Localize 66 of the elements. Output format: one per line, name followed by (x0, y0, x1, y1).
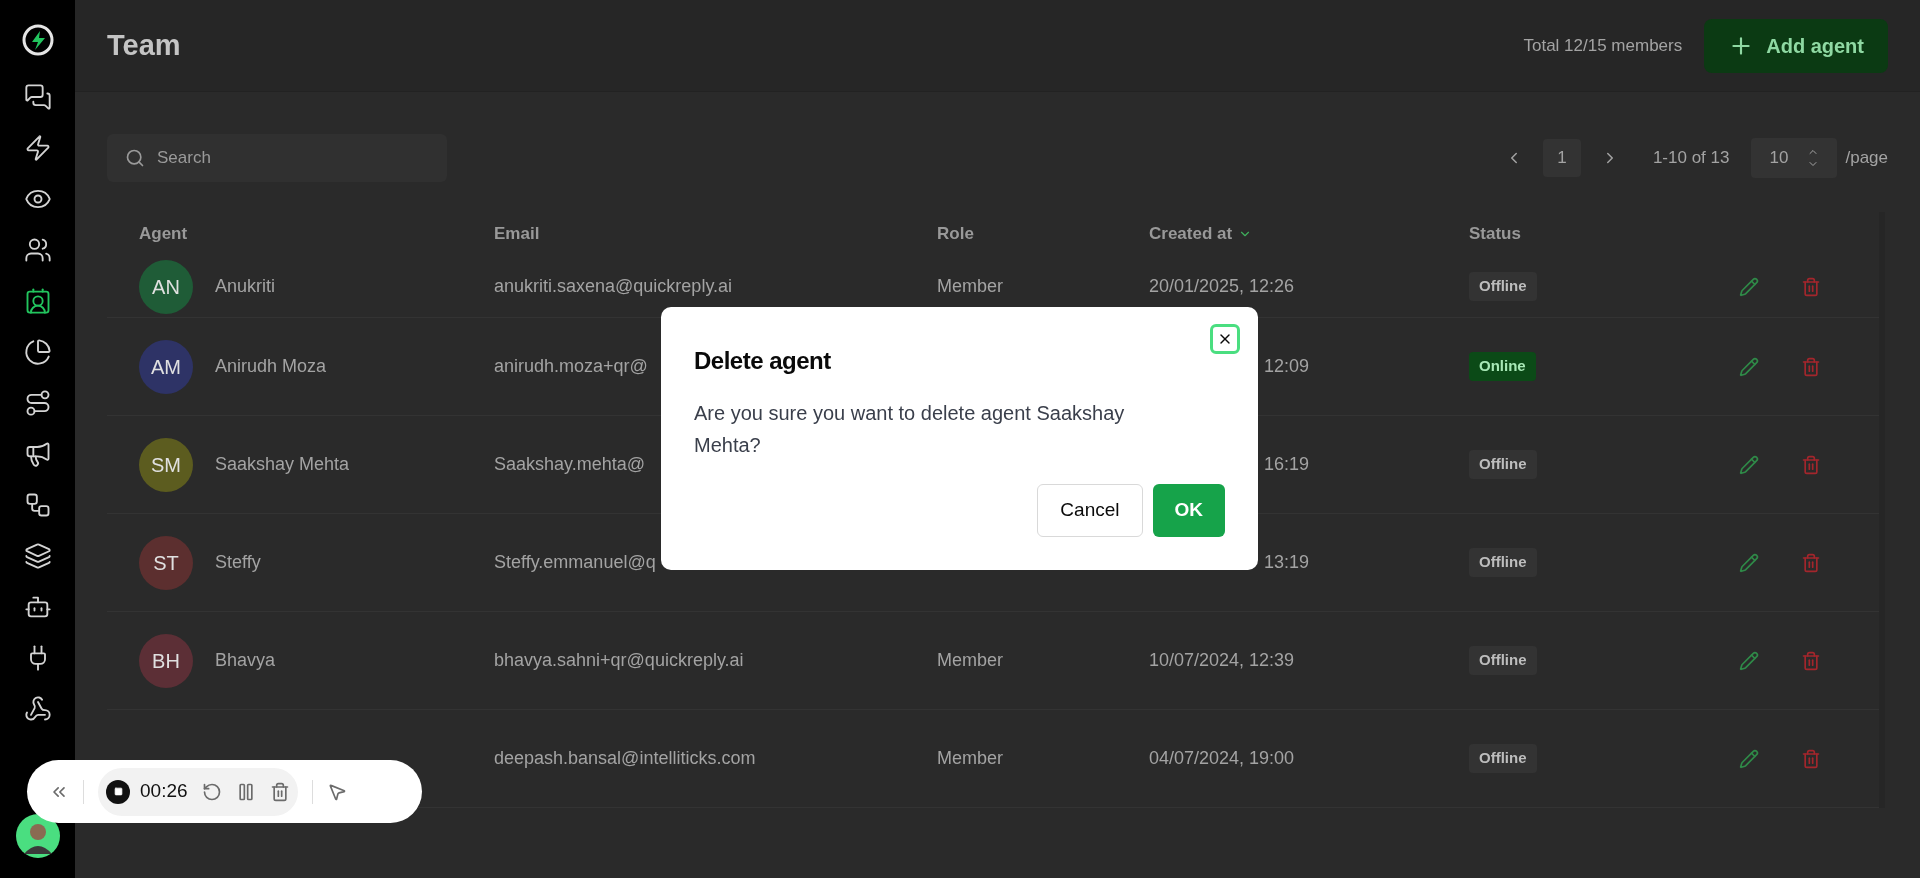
edit-icon[interactable] (1739, 748, 1761, 769)
status-badge: Offline (1469, 450, 1537, 479)
edit-icon[interactable] (1739, 552, 1761, 573)
search-icon (125, 148, 145, 168)
agent-name: Saakshay Mehta (215, 453, 350, 476)
agent-name: Anirudh Moza (215, 355, 327, 378)
edit-icon[interactable] (1739, 356, 1761, 377)
status-badge: Offline (1469, 646, 1537, 675)
created-cell-text: 13:19 (1264, 551, 1310, 574)
edit-icon[interactable] (1739, 454, 1761, 475)
delete-icon[interactable] (269, 781, 290, 802)
column-header: Status (1469, 223, 1521, 246)
webhook-icon[interactable] (23, 695, 52, 723)
status-badge: Offline (1469, 548, 1537, 577)
dialog-title: Delete agent (694, 346, 832, 376)
recording-time: 00:26 (140, 779, 188, 804)
email-cell-text: deepash.bansal@intelliticks.com (494, 747, 756, 770)
page-size-value[interactable]: 10 (1769, 145, 1789, 171)
agent-name: Bhavya (215, 649, 276, 672)
member-count: Total 12/15 members (1523, 34, 1683, 57)
created-cell-text: 04/07/2024, 19:00 (1149, 747, 1295, 770)
email-cell-text: bhavya.sahni+qr@quickreply.ai (494, 649, 744, 672)
edit-icon[interactable] (1739, 650, 1761, 671)
per-page-label: /page (1845, 147, 1888, 170)
created-cell-text: 20/01/2025, 12:26 (1149, 275, 1295, 298)
email-cell-text: Saakshay.mehta@ (494, 453, 645, 476)
current-page[interactable]: 1 (1542, 139, 1581, 177)
add-agent-button[interactable]: Add agent (1704, 18, 1888, 73)
avatar: SM (139, 437, 193, 492)
chat-icon[interactable] (23, 83, 52, 111)
pie-chart-icon[interactable] (23, 338, 52, 366)
dialog-message: Are you sure you want to delete agent Saakshay Mehta? (694, 401, 1126, 458)
agent-name: Anukriti (215, 275, 276, 298)
ok-button[interactable]: OK (1152, 484, 1225, 537)
created-cell-text: 12:09 (1264, 355, 1310, 378)
status-badge: Online (1469, 352, 1536, 381)
edit-icon[interactable] (1739, 276, 1761, 297)
restart-icon[interactable] (201, 781, 222, 802)
email-cell-text: Steffy.emmanuel@q (494, 551, 656, 574)
email-cell-text: anirudh.moza+qr@ (494, 355, 648, 378)
search-field[interactable]: Search (107, 134, 447, 182)
avatar: AM (139, 339, 193, 394)
column-header: Agent (139, 223, 188, 246)
agent-name: Steffy (215, 551, 261, 574)
column-header: Role (937, 223, 974, 246)
created-cell-text: 16:19 (1264, 453, 1310, 476)
created-cell-text: 10/07/2024, 12:39 (1149, 649, 1295, 672)
column-header: Email (494, 223, 540, 246)
role-cell-text: Member (937, 649, 1003, 672)
avatar: BH (139, 633, 193, 688)
user-avatar[interactable] (15, 814, 60, 858)
stacked-windows-icon[interactable] (23, 542, 52, 570)
cancel-button[interactable]: Cancel (1037, 484, 1143, 537)
stop-icon[interactable] (106, 779, 130, 804)
close-button[interactable] (1210, 324, 1240, 354)
page-range: 1-10 of 13 (1652, 147, 1730, 170)
status-badge: Offline (1469, 744, 1537, 773)
column-header[interactable]: Created at (1149, 221, 1253, 247)
email-cell-text: anukriti.saxena@quickreply.ai (494, 275, 733, 298)
role-cell-text: Member (937, 275, 1003, 298)
role-cell-text: Member (937, 747, 1003, 770)
status-badge: Offline (1469, 272, 1537, 301)
page-title: Team (107, 27, 181, 63)
avatar: ST (139, 535, 193, 590)
avatar: AN (139, 259, 193, 314)
people-icon[interactable] (23, 236, 52, 264)
